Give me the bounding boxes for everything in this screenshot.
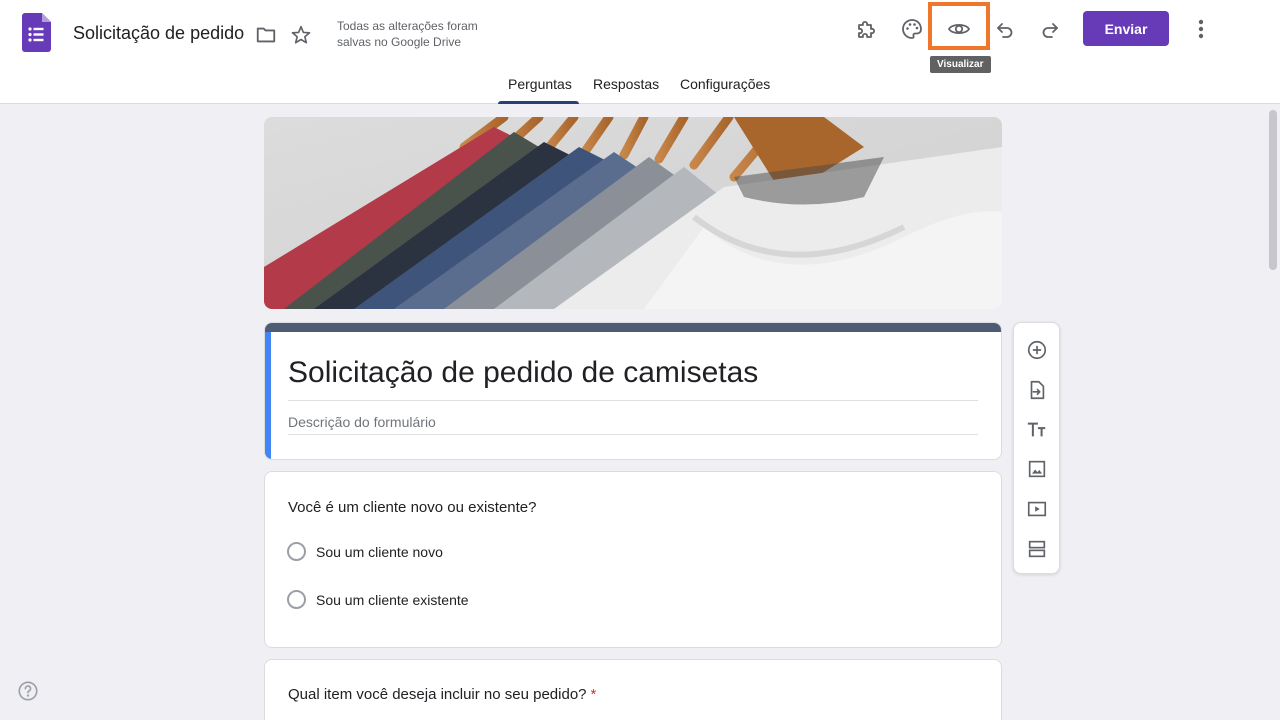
addons-icon[interactable] (852, 14, 882, 44)
required-asterisk: * (590, 686, 597, 703)
tab-settings[interactable]: Configurações (680, 76, 770, 104)
add-image-icon[interactable] (1025, 457, 1049, 481)
tab-responses[interactable]: Respostas (593, 76, 659, 104)
preview-tooltip: Visualizar (930, 56, 991, 73)
scrollbar[interactable] (1266, 104, 1280, 720)
undo-icon[interactable] (990, 14, 1020, 44)
import-questions-icon[interactable] (1025, 378, 1049, 402)
form-title[interactable]: Solicitação de pedido de camisetas (288, 356, 758, 390)
question-card[interactable]: Qual item você deseja incluir no seu ped… (264, 659, 1002, 720)
floating-question-toolbar (1013, 322, 1060, 574)
add-title-icon[interactable] (1025, 418, 1049, 442)
question-title: Você é um cliente novo ou existente? (288, 499, 537, 516)
star-icon[interactable] (290, 24, 312, 46)
send-button[interactable]: Enviar (1083, 11, 1169, 46)
theme-color-bar (265, 323, 1001, 332)
redo-icon[interactable] (1035, 14, 1065, 44)
active-tab-indicator (498, 101, 579, 104)
tab-questions[interactable]: Perguntas (508, 76, 572, 104)
tab-bar: Perguntas Respostas Configurações (0, 76, 1280, 104)
add-section-icon[interactable] (1025, 537, 1049, 561)
focus-indicator-bar (265, 332, 271, 459)
question-title: Qual item você deseja incluir no seu ped… (288, 686, 587, 703)
question-card[interactable]: Você é um cliente novo ou existente? Sou… (264, 471, 1002, 648)
palette-icon[interactable] (897, 14, 927, 44)
title-underline (288, 400, 978, 401)
header-banner-image (264, 117, 1002, 309)
radio-option[interactable]: Sou um cliente existente (287, 590, 469, 609)
form-description-field[interactable]: Descrição do formulário (288, 414, 436, 430)
preview-highlight-box (928, 2, 990, 50)
description-underline (288, 434, 978, 435)
option-label: Sou um cliente existente (316, 591, 469, 608)
help-icon[interactable] (17, 680, 39, 702)
option-label: Sou um cliente novo (316, 543, 443, 560)
more-vert-icon[interactable] (1190, 16, 1212, 42)
form-title-card[interactable]: Solicitação de pedido de camisetas Descr… (264, 322, 1002, 460)
folder-icon[interactable] (255, 24, 277, 46)
radio-button[interactable] (287, 590, 306, 609)
top-app-bar: Solicitação de pedido Todas as alteraçõe… (0, 0, 1280, 104)
scroll-thumb[interactable] (1269, 110, 1277, 270)
document-title[interactable]: Solicitação de pedido (73, 23, 244, 44)
question-title-row: Qual item você deseja incluir no seu ped… (288, 686, 596, 703)
add-video-icon[interactable] (1025, 497, 1049, 521)
radio-option[interactable]: Sou um cliente novo (287, 542, 443, 561)
save-status: Todas as alterações foram salvas no Goog… (337, 19, 478, 49)
radio-button[interactable] (287, 542, 306, 561)
add-question-icon[interactable] (1025, 338, 1049, 362)
forms-logo-icon[interactable] (22, 13, 51, 52)
